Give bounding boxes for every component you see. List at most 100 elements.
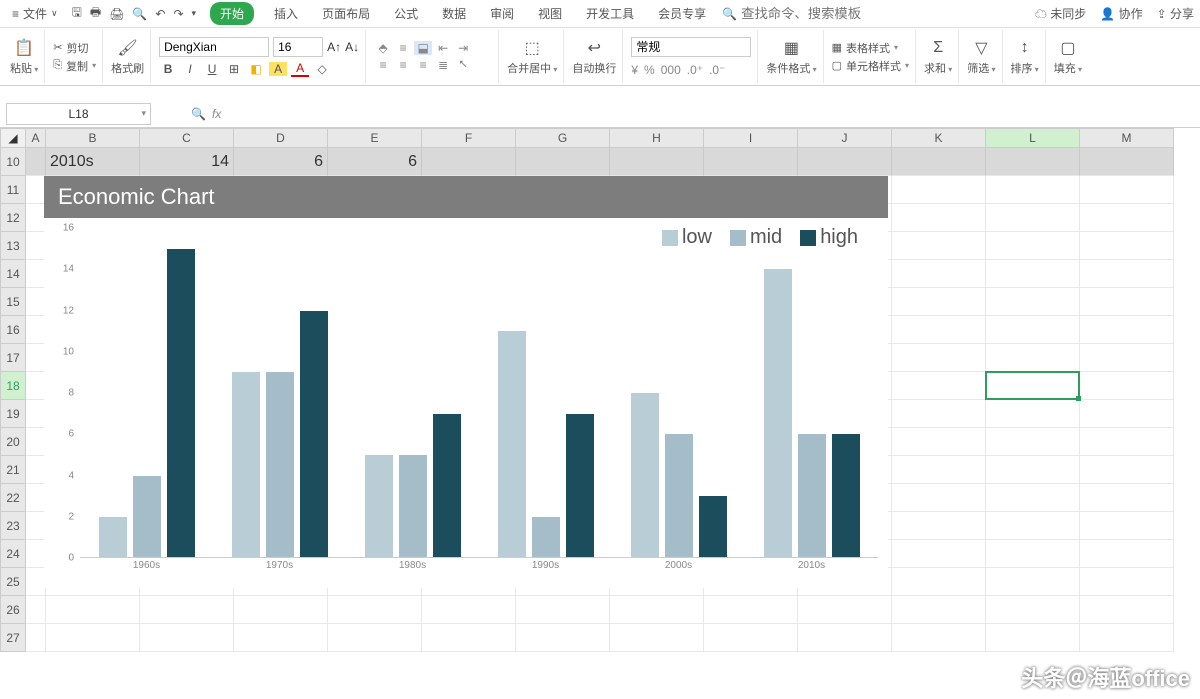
row-header-22[interactable]: 22	[0, 484, 26, 512]
increase-font-icon[interactable]: A↑	[327, 40, 341, 54]
cell-M11[interactable]	[1080, 176, 1174, 204]
cell-D26[interactable]	[234, 596, 328, 624]
cell-L25[interactable]	[986, 568, 1080, 596]
cell-A14[interactable]	[26, 260, 46, 288]
bar-1960s-high[interactable]	[167, 249, 195, 558]
tab-home[interactable]: 开始	[210, 2, 254, 25]
cell-M27[interactable]	[1080, 624, 1174, 652]
cell-M19[interactable]	[1080, 400, 1174, 428]
bar-2010s-low[interactable]	[764, 269, 792, 558]
cell-G27[interactable]	[516, 624, 610, 652]
align-right-icon[interactable]: ≡	[414, 57, 432, 72]
bar-1980s-high[interactable]	[433, 414, 461, 558]
cell-J27[interactable]	[798, 624, 892, 652]
cell-A27[interactable]	[26, 624, 46, 652]
name-box[interactable]: L18	[6, 103, 151, 125]
cell-L24[interactable]	[986, 540, 1080, 568]
cell-A26[interactable]	[26, 596, 46, 624]
font-color-button[interactable]: A	[291, 61, 309, 77]
col-header-C[interactable]: C	[140, 128, 234, 148]
row-header-23[interactable]: 23	[0, 512, 26, 540]
cell-J26[interactable]	[798, 596, 892, 624]
cell-I26[interactable]	[704, 596, 798, 624]
cell-K19[interactable]	[892, 400, 986, 428]
row-header-17[interactable]: 17	[0, 344, 26, 372]
cell-style-button[interactable]: ▢ 单元格样式	[832, 58, 909, 74]
underline-button[interactable]: U	[203, 62, 221, 76]
cell-L19[interactable]	[986, 400, 1080, 428]
cell-A25[interactable]	[26, 568, 46, 596]
cell-A24[interactable]	[26, 540, 46, 568]
cell-K23[interactable]	[892, 512, 986, 540]
cell-L21[interactable]	[986, 456, 1080, 484]
row-header-10[interactable]: 10	[0, 148, 26, 176]
cell-K26[interactable]	[892, 596, 986, 624]
align-mid-icon[interactable]: ≡	[394, 41, 412, 55]
dec-inc-icon[interactable]: .0⁺	[687, 63, 703, 77]
cell-K21[interactable]	[892, 456, 986, 484]
cond-format-button[interactable]: ▦条件格式	[766, 38, 816, 76]
bar-1960s-low[interactable]	[99, 517, 127, 558]
cell-M14[interactable]	[1080, 260, 1174, 288]
cell-M13[interactable]	[1080, 232, 1174, 260]
tab-data[interactable]: 数据	[438, 2, 470, 25]
row-header-15[interactable]: 15	[0, 288, 26, 316]
fill-color-button[interactable]: ◧	[247, 62, 265, 76]
cell-M17[interactable]	[1080, 344, 1174, 372]
file-menu[interactable]: ≡ 文件 ∨	[6, 3, 64, 24]
share-button[interactable]: ⇪ 分享	[1157, 5, 1194, 22]
currency-icon[interactable]: ¥	[631, 63, 638, 77]
col-header-B[interactable]: B	[46, 128, 140, 148]
cell-L27[interactable]	[986, 624, 1080, 652]
cell-K16[interactable]	[892, 316, 986, 344]
dec-dec-icon[interactable]: .0⁻	[709, 63, 725, 77]
cell-L16[interactable]	[986, 316, 1080, 344]
row-header-12[interactable]: 12	[0, 204, 26, 232]
cell-K27[interactable]	[892, 624, 986, 652]
tab-formula[interactable]: 公式	[390, 2, 422, 25]
row-header-25[interactable]: 25	[0, 568, 26, 596]
cell-K14[interactable]	[892, 260, 986, 288]
cell-E26[interactable]	[328, 596, 422, 624]
cell-J10[interactable]	[798, 148, 892, 176]
bar-1960s-mid[interactable]	[133, 476, 161, 559]
cell-A15[interactable]	[26, 288, 46, 316]
row-header-21[interactable]: 21	[0, 456, 26, 484]
bar-2000s-high[interactable]	[699, 496, 727, 558]
col-header-F[interactable]: F	[422, 128, 516, 148]
font-name-select[interactable]	[159, 37, 269, 57]
cell-L11[interactable]	[986, 176, 1080, 204]
cell-K12[interactable]	[892, 204, 986, 232]
cell-G10[interactable]	[516, 148, 610, 176]
bar-1990s-high[interactable]	[566, 414, 594, 558]
tab-member[interactable]: 会员专享	[654, 2, 710, 25]
cell-M12[interactable]	[1080, 204, 1174, 232]
cell-L20[interactable]	[986, 428, 1080, 456]
cell-K22[interactable]	[892, 484, 986, 512]
qat-dropdown-icon[interactable]: ▾	[192, 8, 197, 19]
row-header-18[interactable]: 18	[0, 372, 26, 400]
cell-H27[interactable]	[610, 624, 704, 652]
col-header-K[interactable]: K	[892, 128, 986, 148]
cell-L22[interactable]	[986, 484, 1080, 512]
cell-A18[interactable]	[26, 372, 46, 400]
copy-button[interactable]: ⎘ 复制	[53, 58, 96, 74]
bar-1970s-mid[interactable]	[266, 372, 294, 558]
row-header-19[interactable]: 19	[0, 400, 26, 428]
cell-C26[interactable]	[140, 596, 234, 624]
cell-K18[interactable]	[892, 372, 986, 400]
cell-K15[interactable]	[892, 288, 986, 316]
format-painter-button[interactable]: 🖌格式刷	[111, 38, 144, 76]
cell-M21[interactable]	[1080, 456, 1174, 484]
cell-M16[interactable]	[1080, 316, 1174, 344]
bar-1970s-high[interactable]	[300, 311, 328, 559]
print-icon[interactable]: 🖨	[109, 7, 124, 21]
indent-dec-icon[interactable]: ⇤	[434, 41, 452, 55]
col-header-G[interactable]: G	[516, 128, 610, 148]
col-header-E[interactable]: E	[328, 128, 422, 148]
cell-L10[interactable]	[986, 148, 1080, 176]
cell-L14[interactable]	[986, 260, 1080, 288]
formula-input[interactable]	[227, 104, 1027, 124]
cell-M18[interactable]	[1080, 372, 1174, 400]
cell-C10[interactable]: 14	[140, 148, 234, 176]
